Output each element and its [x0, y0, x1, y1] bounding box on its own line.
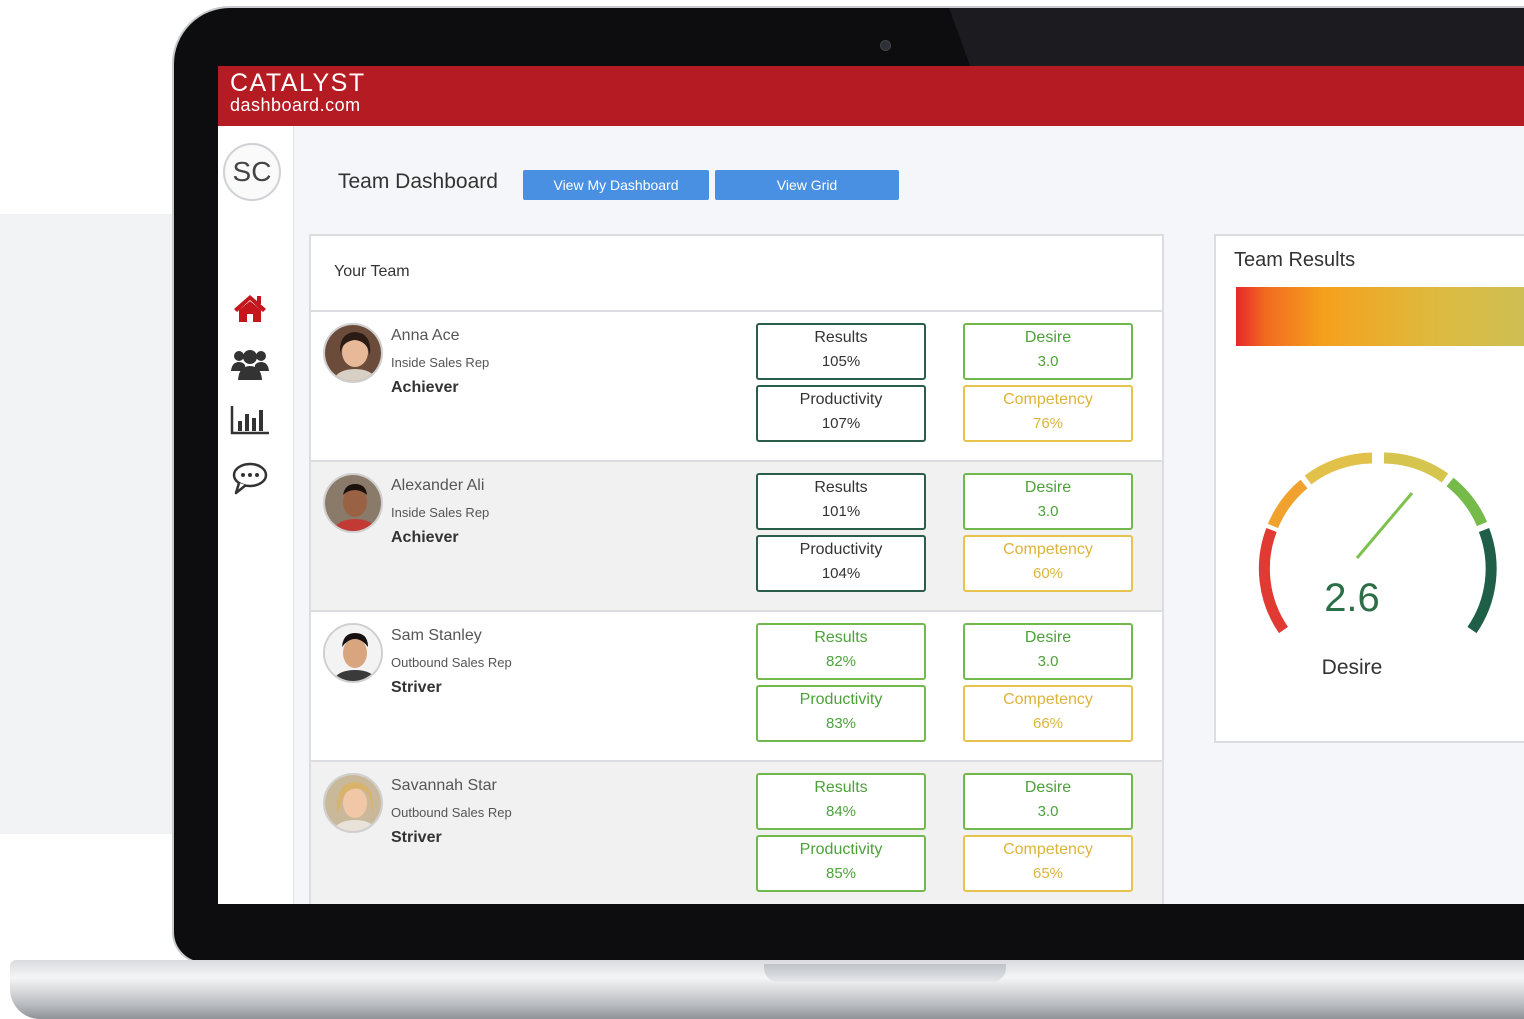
member-avatar — [323, 773, 383, 833]
member-role: Inside Sales Rep — [391, 355, 490, 370]
team-panel-header: Your Team — [311, 236, 1162, 312]
metric-value: 3.0 — [1037, 653, 1059, 670]
productivity-metric[interactable]: Productivity 83% — [756, 685, 926, 742]
results-metric[interactable]: Results 84% — [756, 773, 926, 830]
member-role: Outbound Sales Rep — [391, 805, 512, 820]
team-member-row[interactable]: Alexander Ali Inside Sales Rep Achiever … — [311, 462, 1162, 612]
sidebar-item-team[interactable] — [226, 342, 274, 386]
productivity-metric[interactable]: Productivity 85% — [756, 835, 926, 892]
team-results-panel: Team Results 2.6 Desire — [1214, 234, 1524, 743]
sidebar-item-reports[interactable] — [226, 398, 274, 442]
member-tag: Achiever — [391, 379, 459, 396]
team-member-row[interactable]: Savannah Star Outbound Sales Rep Striver… — [311, 762, 1162, 904]
gauge-value: 2.6 — [1324, 576, 1380, 620]
desire-metric[interactable]: Desire 3.0 — [963, 623, 1133, 680]
metric-label: Productivity — [799, 691, 883, 708]
metric-value: 107% — [821, 415, 861, 432]
metric-label: Results — [814, 779, 868, 796]
member-avatar — [323, 623, 383, 683]
competency-metric[interactable]: Competency 76% — [963, 385, 1133, 442]
chat-icon — [232, 462, 268, 495]
metric-value: 60% — [1032, 565, 1064, 582]
laptop-notch — [764, 964, 1006, 982]
sidebar-item-messages[interactable] — [226, 456, 274, 500]
metric-label: Results — [814, 329, 868, 346]
productivity-metric[interactable]: Productivity 104% — [756, 535, 926, 592]
team-panel-title: Your Team — [334, 263, 410, 280]
desire-metric[interactable]: Desire 3.0 — [963, 323, 1133, 380]
metric-label: Competency — [1003, 391, 1093, 408]
metric-label: Desire — [1024, 479, 1072, 496]
team-results-title: Team Results — [1234, 249, 1356, 271]
metric-label: Productivity — [799, 841, 883, 858]
brand-logo-domain: dashboard.com — [230, 95, 361, 115]
metric-value: 84% — [825, 803, 857, 820]
brand-logo-name[interactable]: CATALYST — [230, 69, 366, 98]
metric-label: Productivity — [799, 541, 883, 558]
team-member-row[interactable]: Sam Stanley Outbound Sales Rep Striver R… — [311, 612, 1162, 762]
team-panel: Your Team Anna Ace Inside Sales Rep Achi… — [309, 234, 1164, 904]
member-name[interactable]: Alexander Ali — [391, 477, 484, 495]
member-avatar — [323, 473, 383, 533]
member-avatar — [323, 323, 383, 383]
laptop-reflection — [949, 8, 1524, 68]
metric-value: 3.0 — [1037, 803, 1059, 820]
metric-value: 3.0 — [1037, 353, 1059, 370]
user-avatar[interactable]: SC — [223, 143, 281, 201]
metric-value: 85% — [825, 865, 857, 882]
results-gradient-bar — [1236, 287, 1524, 346]
productivity-metric[interactable]: Productivity 107% — [756, 385, 926, 442]
metric-label: Desire — [1024, 329, 1072, 346]
metric-label: Competency — [1003, 841, 1093, 858]
sidebar-item-home[interactable] — [226, 286, 274, 330]
metric-label: Competency — [1003, 541, 1093, 558]
metric-value: 3.0 — [1037, 503, 1059, 520]
metric-value: 66% — [1032, 715, 1064, 732]
gauge-label: Desire — [1321, 656, 1383, 679]
metric-value: 104% — [821, 565, 861, 582]
member-role: Inside Sales Rep — [391, 505, 490, 520]
view-grid-button[interactable]: View Grid — [715, 170, 899, 200]
competency-metric[interactable]: Competency 65% — [963, 835, 1133, 892]
users-icon — [231, 350, 269, 380]
metric-label: Competency — [1003, 691, 1093, 708]
results-metric[interactable]: Results 105% — [756, 323, 926, 380]
member-tag: Achiever — [391, 529, 459, 546]
metric-value: 65% — [1032, 865, 1064, 882]
app-screen: CATALYST dashboard.com SC Team Dashboard… — [218, 66, 1524, 904]
sidebar: SC — [218, 126, 294, 904]
competency-metric[interactable]: Competency 66% — [963, 685, 1133, 742]
member-name[interactable]: Sam Stanley — [391, 627, 482, 645]
bar-chart-icon — [230, 406, 269, 435]
view-my-dashboard-button[interactable]: View My Dashboard — [523, 170, 709, 200]
results-metric[interactable]: Results 101% — [756, 473, 926, 530]
page-title: Team Dashboard — [338, 170, 498, 193]
team-member-row[interactable]: Anna Ace Inside Sales Rep Achiever Resul… — [311, 312, 1162, 462]
metric-value: 105% — [821, 353, 861, 370]
metric-label: Productivity — [799, 391, 883, 408]
metric-label: Results — [814, 479, 868, 496]
member-name[interactable]: Savannah Star — [391, 777, 497, 795]
member-role: Outbound Sales Rep — [391, 655, 512, 670]
metric-label: Desire — [1024, 629, 1072, 646]
competency-metric[interactable]: Competency 60% — [963, 535, 1133, 592]
results-metric[interactable]: Results 82% — [756, 623, 926, 680]
member-tag: Striver — [391, 679, 442, 696]
metric-value: 83% — [825, 715, 857, 732]
camera-icon — [880, 40, 891, 51]
home-icon — [234, 295, 266, 322]
metric-label: Desire — [1024, 779, 1072, 796]
metric-value: 101% — [821, 503, 861, 520]
desire-metric[interactable]: Desire 3.0 — [963, 473, 1133, 530]
desire-metric[interactable]: Desire 3.0 — [963, 773, 1133, 830]
member-tag: Striver — [391, 829, 442, 846]
top-bar: CATALYST dashboard.com — [218, 66, 1524, 126]
metric-value: 82% — [825, 653, 857, 670]
metric-label: Results — [814, 629, 868, 646]
metric-value: 76% — [1032, 415, 1064, 432]
member-name[interactable]: Anna Ace — [391, 327, 460, 345]
